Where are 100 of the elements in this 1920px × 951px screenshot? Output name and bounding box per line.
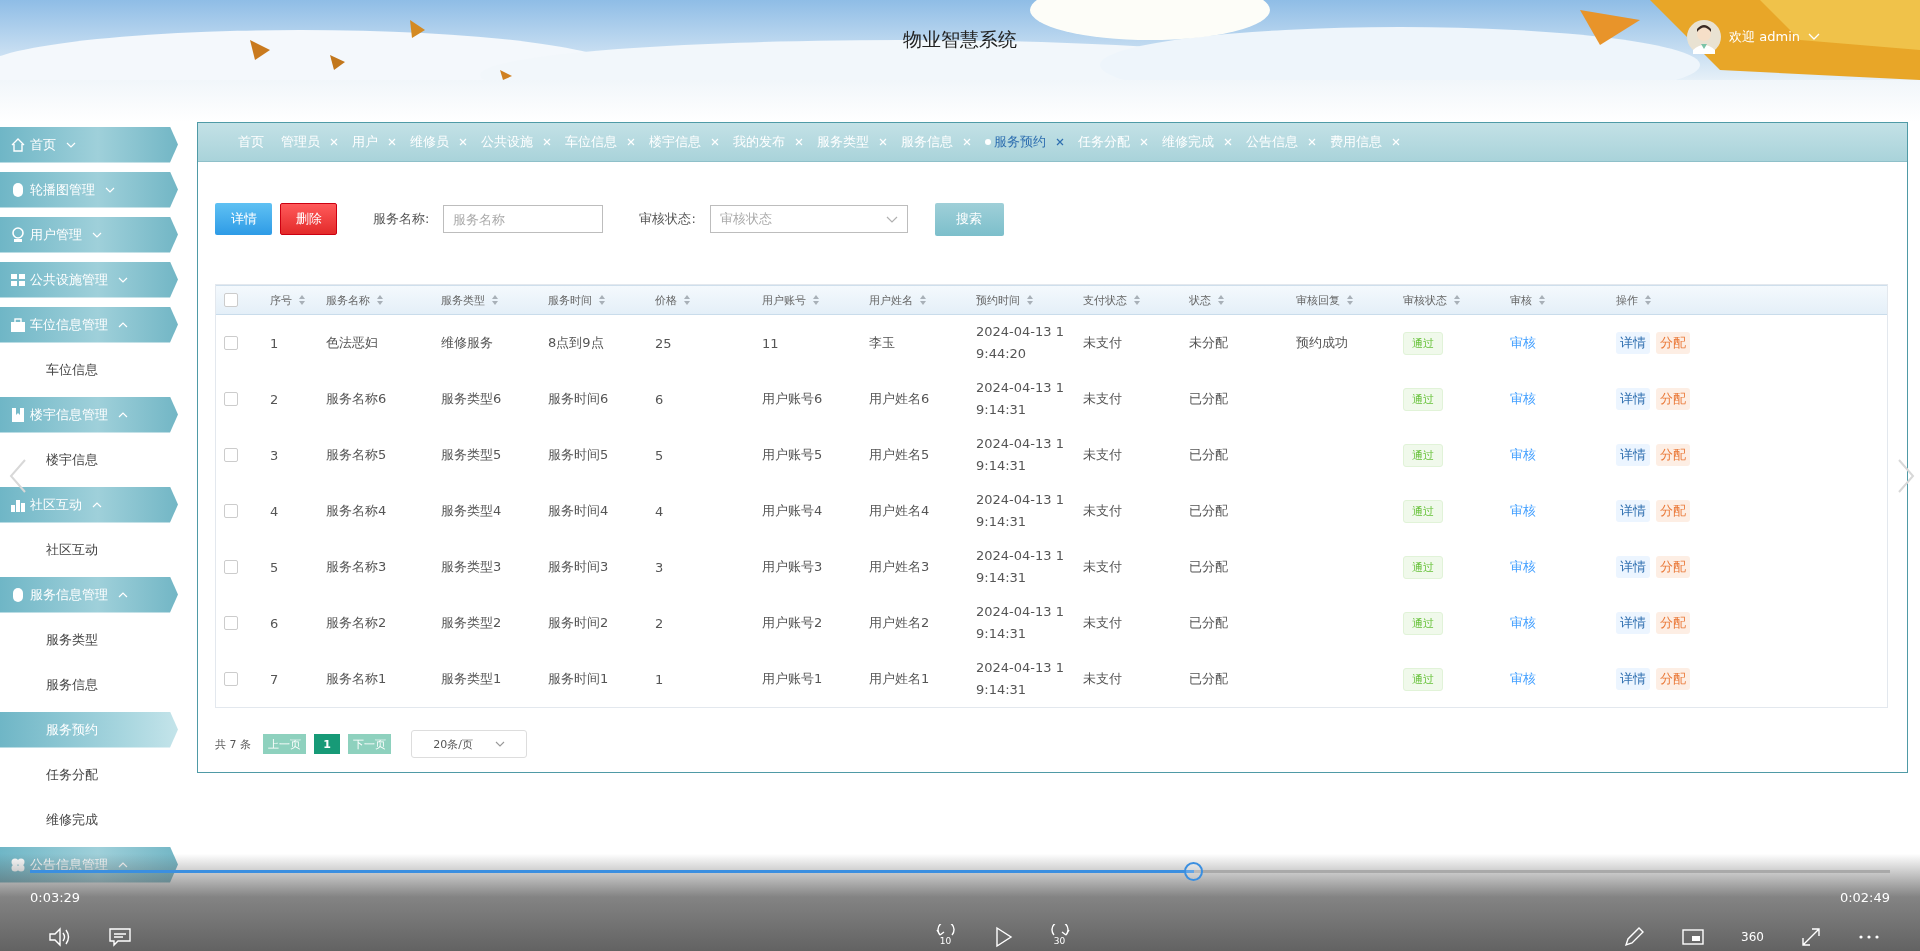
sort-icon[interactable] <box>1453 294 1461 306</box>
column-header[interactable]: 审核 <box>1510 292 1532 308</box>
next-page-button[interactable]: 下一页 <box>348 734 391 754</box>
select-field[interactable]: 审核状态 <box>709 205 908 233</box>
tab[interactable]: 服务预约 <box>975 133 1049 151</box>
page-size-select[interactable]: 20条/页 <box>411 730 527 758</box>
column-header[interactable]: 审核回复 <box>1296 292 1340 308</box>
column-header[interactable]: 服务时间 <box>548 292 592 308</box>
details-button[interactable]: 详情 <box>1616 388 1650 410</box>
submenu-item[interactable]: 服务预约 <box>0 711 178 748</box>
more-icon[interactable] <box>1858 934 1880 940</box>
menu-item[interactable]: 社区互动 <box>0 486 178 523</box>
assign-button[interactable]: 分配 <box>1656 556 1690 578</box>
sort-icon[interactable] <box>1346 294 1354 306</box>
column-header[interactable]: 预约时间 <box>976 292 1020 308</box>
captions-icon[interactable] <box>108 926 132 948</box>
column-header[interactable]: 状态 <box>1189 292 1211 308</box>
menu-item[interactable]: 首页 <box>0 126 178 163</box>
column-header[interactable]: 支付状态 <box>1083 292 1127 308</box>
welcome-text[interactable]: 欢迎 admin <box>1729 28 1800 46</box>
sort-icon[interactable] <box>1644 294 1652 306</box>
assign-button[interactable]: 分配 <box>1656 612 1690 634</box>
sort-icon[interactable] <box>683 294 691 306</box>
menu-item[interactable]: 公共设施管理 <box>0 261 178 298</box>
assign-button[interactable]: 分配 <box>1656 668 1690 690</box>
tab[interactable]: 维修完成 <box>1152 133 1217 151</box>
details-button[interactable]: 详情 <box>215 203 272 235</box>
assign-button[interactable]: 分配 <box>1656 444 1690 466</box>
details-button[interactable]: 详情 <box>1616 668 1650 690</box>
menu-item[interactable]: 轮播图管理 <box>0 171 178 208</box>
sort-icon[interactable] <box>598 294 606 306</box>
checkbox[interactable] <box>224 293 238 307</box>
pencil-icon[interactable] <box>1623 926 1646 948</box>
sort-icon[interactable] <box>1133 294 1141 306</box>
review-link[interactable]: 审核 <box>1510 334 1536 352</box>
checkbox[interactable] <box>224 336 238 350</box>
sort-icon[interactable] <box>812 294 820 306</box>
tab[interactable]: 服务类型 <box>807 133 872 151</box>
tab[interactable]: 楼宇信息 <box>639 133 704 151</box>
page-number[interactable]: 1 <box>314 734 340 754</box>
tab[interactable]: 公共设施 <box>471 133 536 151</box>
menu-item[interactable]: 楼宇信息管理 <box>0 396 178 433</box>
delete-button[interactable]: 删除 <box>280 203 337 235</box>
assign-button[interactable]: 分配 <box>1656 500 1690 522</box>
menu-item[interactable]: 服务信息管理 <box>0 576 178 613</box>
review-link[interactable]: 审核 <box>1510 502 1536 520</box>
assign-button[interactable]: 分配 <box>1656 388 1690 410</box>
details-button[interactable]: 详情 <box>1616 500 1650 522</box>
review-link[interactable]: 审核 <box>1510 670 1536 688</box>
close-icon[interactable] <box>1056 138 1064 146</box>
skip-back-button[interactable]: 10 <box>934 924 957 950</box>
menu-item[interactable]: 用户管理 <box>0 216 178 253</box>
skip-forward-button[interactable]: 30 <box>1048 924 1071 950</box>
tab[interactable]: 公告信息 <box>1236 133 1301 151</box>
tab[interactable]: 费用信息 <box>1320 133 1385 151</box>
checkbox[interactable] <box>224 672 238 686</box>
sort-icon[interactable] <box>298 294 306 306</box>
progress-handle[interactable] <box>1184 862 1204 881</box>
column-header[interactable]: 服务名称 <box>326 292 370 308</box>
tab[interactable]: 任务分配 <box>1068 133 1133 151</box>
sort-icon[interactable] <box>376 294 384 306</box>
sort-icon[interactable] <box>1026 294 1034 306</box>
column-header[interactable]: 价格 <box>655 292 677 308</box>
column-header[interactable]: 操作 <box>1616 292 1638 308</box>
input-field[interactable]: 服务名称 <box>443 205 604 233</box>
checkbox[interactable] <box>224 504 238 518</box>
search-button[interactable]: 搜索 <box>934 202 1004 236</box>
sort-icon[interactable] <box>491 294 499 306</box>
submenu-item[interactable]: 任务分配 <box>0 756 178 793</box>
tab[interactable]: 服务信息 <box>891 133 956 151</box>
next-icon[interactable] <box>1896 458 1916 494</box>
details-button[interactable]: 详情 <box>1616 556 1650 578</box>
review-link[interactable]: 审核 <box>1510 446 1536 464</box>
assign-button[interactable]: 分配 <box>1656 332 1690 354</box>
tab[interactable]: 首页 <box>228 133 267 151</box>
360-view-button[interactable]: 360 <box>1741 930 1764 944</box>
submenu-item[interactable]: 服务类型 <box>0 621 178 658</box>
details-button[interactable]: 详情 <box>1616 444 1650 466</box>
tab[interactable]: 管理员 <box>271 133 323 151</box>
submenu-item[interactable]: 楼宇信息 <box>0 441 178 478</box>
checkbox[interactable] <box>224 560 238 574</box>
details-button[interactable]: 详情 <box>1616 612 1650 634</box>
review-link[interactable]: 审核 <box>1510 390 1536 408</box>
submenu-item[interactable]: 社区互动 <box>0 531 178 568</box>
sort-icon[interactable] <box>919 294 927 306</box>
details-button[interactable]: 详情 <box>1616 332 1650 354</box>
checkbox[interactable] <box>224 616 238 630</box>
avatar-icon[interactable] <box>1687 20 1722 54</box>
mini-player-icon[interactable] <box>1681 927 1706 947</box>
column-header[interactable]: 用户姓名 <box>869 292 913 308</box>
tab[interactable]: 用户 <box>342 133 381 151</box>
sort-icon[interactable] <box>1538 294 1546 306</box>
expand-icon[interactable] <box>1800 926 1822 948</box>
review-link[interactable]: 审核 <box>1510 614 1536 632</box>
checkbox[interactable] <box>224 392 238 406</box>
column-header[interactable]: 序号 <box>270 292 292 308</box>
prev-page-button[interactable]: 上一页 <box>263 734 306 754</box>
tab[interactable]: 我的发布 <box>723 133 788 151</box>
previous-icon[interactable] <box>8 458 28 494</box>
menu-item[interactable]: 车位信息管理 <box>0 306 178 343</box>
